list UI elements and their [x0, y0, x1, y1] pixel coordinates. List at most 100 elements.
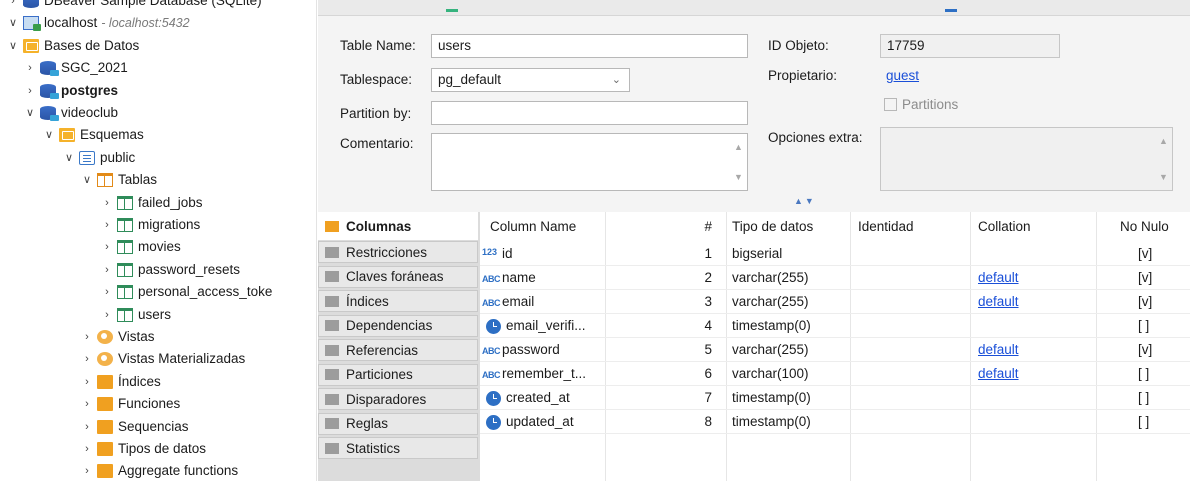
- tablespace-select[interactable]: pg_default ⌄: [431, 68, 630, 92]
- cell-data-type[interactable]: varchar(255): [732, 266, 809, 290]
- cell-column-name[interactable]: ABC password: [482, 338, 560, 362]
- cell-ordinal[interactable]: 3: [680, 290, 712, 314]
- comment-textarea[interactable]: ▲ ▼: [431, 133, 748, 191]
- scroll-down-icon[interactable]: ▼: [730, 172, 747, 182]
- chevron-right-icon[interactable]: ›: [80, 460, 94, 481]
- panel-splitter-handle[interactable]: ▲▼: [794, 196, 816, 206]
- table-row[interactable]: created_at 7 timestamp(0) [ ]: [480, 386, 1190, 410]
- cell-ordinal[interactable]: 6: [680, 362, 712, 386]
- chevron-right-icon[interactable]: ›: [6, 0, 20, 12]
- tree-node[interactable]: › Vistas: [80, 326, 155, 348]
- cell-data-type[interactable]: timestamp(0): [732, 410, 811, 434]
- cell-not-null[interactable]: [v]: [1138, 290, 1152, 314]
- scroll-up-icon[interactable]: ▲: [730, 142, 747, 152]
- chevron-down-icon[interactable]: ∨: [6, 12, 20, 34]
- cell-not-null[interactable]: [ ]: [1138, 386, 1149, 410]
- cell-column-name[interactable]: 123 id: [482, 242, 513, 266]
- tree-node[interactable]: ∨ public: [62, 147, 135, 169]
- tree-node[interactable]: › Aggregate functions: [80, 460, 238, 481]
- column-header-type[interactable]: Tipo de datos: [732, 212, 813, 242]
- cell-data-type[interactable]: timestamp(0): [732, 314, 811, 338]
- cell-ordinal[interactable]: 8: [680, 410, 712, 434]
- chevron-right-icon[interactable]: ›: [100, 192, 114, 214]
- column-header-identity[interactable]: Identidad: [858, 212, 914, 242]
- tree-node[interactable]: ∨ Bases de Datos: [6, 35, 139, 57]
- extra-options-textarea[interactable]: ▲ ▼: [880, 127, 1173, 191]
- tree-node[interactable]: › Vistas Materializadas: [80, 348, 245, 370]
- chevron-right-icon[interactable]: ›: [80, 393, 94, 415]
- tree-node[interactable]: › Índices: [80, 371, 161, 393]
- chevron-right-icon[interactable]: ›: [80, 348, 94, 370]
- cell-not-null[interactable]: [v]: [1138, 266, 1152, 290]
- tree-node[interactable]: › personal_access_toke: [100, 281, 272, 303]
- checkbox-box[interactable]: [884, 98, 897, 111]
- chevron-down-icon[interactable]: ∨: [23, 102, 37, 124]
- cell-data-type[interactable]: timestamp(0): [732, 386, 811, 410]
- tree-node[interactable]: › users: [100, 304, 171, 326]
- cell-column-name[interactable]: ABC remember_t...: [482, 362, 586, 386]
- cell-ordinal[interactable]: 7: [680, 386, 712, 410]
- tree-node[interactable]: ∨ Tablas: [80, 169, 157, 191]
- chevron-right-icon[interactable]: ›: [100, 304, 114, 326]
- table-row[interactable]: ABC email 3 varchar(255) default [v]: [480, 290, 1190, 314]
- chevron-down-icon[interactable]: ∨: [42, 124, 56, 146]
- tree-node[interactable]: › Tipos de datos: [80, 438, 206, 460]
- cell-not-null[interactable]: [v]: [1138, 338, 1152, 362]
- cell-not-null[interactable]: [ ]: [1138, 314, 1149, 338]
- tree-node[interactable]: › Sequencias: [80, 416, 189, 438]
- tree-node[interactable]: › migrations: [100, 214, 200, 236]
- column-header-collation[interactable]: Collation: [978, 212, 1031, 242]
- extra-options-scrollbar[interactable]: ▲ ▼: [1155, 128, 1172, 190]
- tab-particiones[interactable]: Particiones: [318, 363, 478, 386]
- tab-disparadores[interactable]: Disparadores: [318, 388, 478, 410]
- cell-ordinal[interactable]: 4: [680, 314, 712, 338]
- cell-collation[interactable]: default: [978, 266, 1019, 290]
- table-row[interactable]: updated_at 8 timestamp(0) [ ]: [480, 410, 1190, 434]
- table-row[interactable]: ABC name 2 varchar(255) default [v]: [480, 266, 1190, 290]
- cell-column-name[interactable]: created_at: [482, 386, 570, 410]
- column-header-name[interactable]: Column Name: [490, 212, 576, 242]
- tree-node[interactable]: › postgres: [23, 80, 118, 102]
- cell-column-name[interactable]: updated_at: [482, 410, 574, 434]
- table-row[interactable]: email_verifi... 4 timestamp(0) [ ]: [480, 314, 1190, 338]
- cell-data-type[interactable]: varchar(255): [732, 290, 809, 314]
- table-row[interactable]: 123 id 1 bigserial [v]: [480, 242, 1190, 266]
- database-navigator-tree[interactable]: › DBeaver Sample Database (SQLite) ∨ localh…: [0, 0, 317, 481]
- tree-node[interactable]: › SGC_2021: [23, 57, 128, 79]
- cell-data-type[interactable]: bigserial: [732, 242, 782, 266]
- tree-node[interactable]: ∨ localhost - localhost:5432: [6, 12, 190, 34]
- cell-not-null[interactable]: [ ]: [1138, 362, 1149, 386]
- cell-not-null[interactable]: [v]: [1138, 242, 1152, 266]
- partitions-checkbox[interactable]: Partitions: [884, 97, 958, 112]
- chevron-right-icon[interactable]: ›: [100, 236, 114, 258]
- chevron-right-icon[interactable]: ›: [23, 80, 37, 102]
- chevron-down-icon[interactable]: ∨: [80, 169, 94, 191]
- cell-ordinal[interactable]: 5: [680, 338, 712, 362]
- scroll-up-icon[interactable]: ▲: [1155, 136, 1172, 146]
- tab-columnas[interactable]: Columnas: [318, 212, 478, 240]
- cell-data-type[interactable]: varchar(255): [732, 338, 809, 362]
- table-row[interactable]: ABC password 5 varchar(255) default [v]: [480, 338, 1190, 362]
- cell-collation[interactable]: default: [978, 338, 1019, 362]
- tab-restricciones[interactable]: Restricciones: [318, 241, 478, 263]
- chevron-right-icon[interactable]: ›: [100, 214, 114, 236]
- chevron-right-icon[interactable]: ›: [80, 371, 94, 393]
- table-name-input[interactable]: users: [431, 34, 748, 58]
- tree-node[interactable]: › password_resets: [100, 259, 240, 281]
- tree-node[interactable]: › failed_jobs: [100, 192, 203, 214]
- chevron-right-icon[interactable]: ›: [100, 259, 114, 281]
- cell-collation[interactable]: default: [978, 290, 1019, 314]
- tree-node[interactable]: › Funciones: [80, 393, 180, 415]
- tab-claves-for-neas[interactable]: Claves foráneas: [318, 265, 478, 288]
- partition-by-input[interactable]: [431, 101, 748, 125]
- columns-grid[interactable]: Column Name # Tipo de datos Identidad Co…: [480, 212, 1190, 481]
- cell-data-type[interactable]: varchar(100): [732, 362, 809, 386]
- chevron-right-icon[interactable]: ›: [80, 438, 94, 460]
- column-header-not-null[interactable]: No Nulo: [1120, 212, 1169, 242]
- cell-column-name[interactable]: ABC email: [482, 290, 534, 314]
- chevron-down-icon[interactable]: ∨: [62, 147, 76, 169]
- tab--ndices[interactable]: Índices: [318, 290, 478, 312]
- chevron-right-icon[interactable]: ›: [80, 326, 94, 348]
- tree-node[interactable]: › movies: [100, 236, 181, 258]
- owner-link[interactable]: guest: [886, 68, 919, 83]
